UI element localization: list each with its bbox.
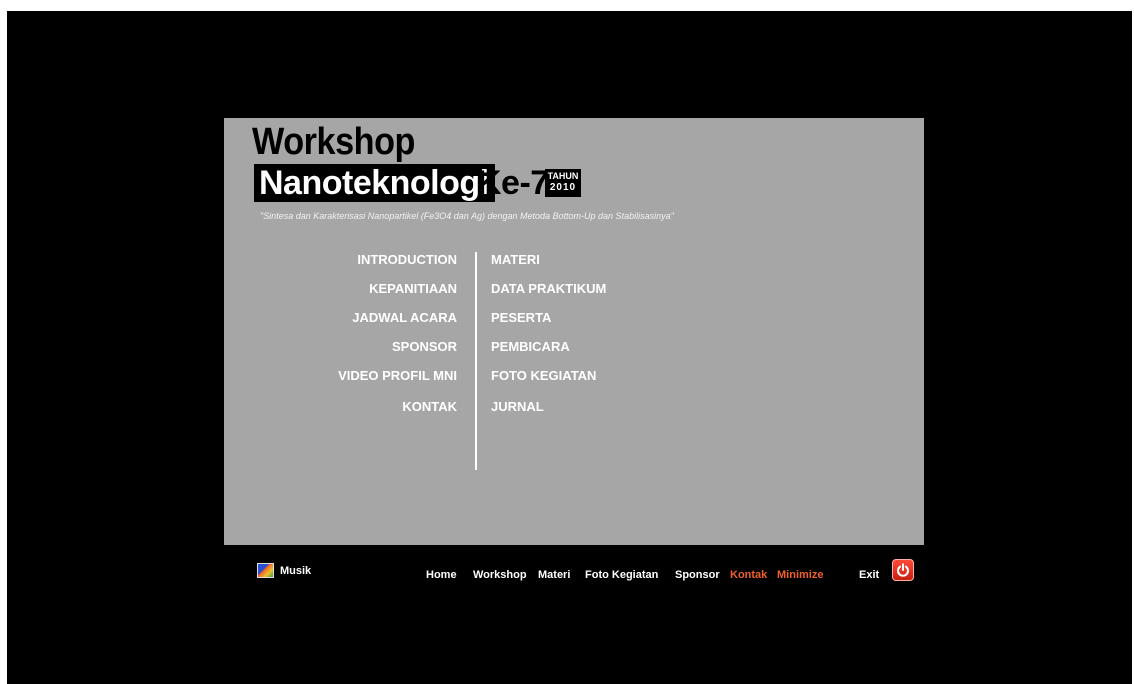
main-panel: Workshop Nanoteknologi Ke-7 TAHUN 2010 "… bbox=[224, 118, 924, 545]
music-label: Musik bbox=[280, 564, 312, 577]
app-stage: Workshop Nanoteknologi Ke-7 TAHUN 2010 "… bbox=[7, 11, 1132, 684]
menu-item-jurnal[interactable]: JURNAL bbox=[491, 399, 791, 415]
menu-left-column: INTRODUCTION KEPANITIAAN JADWAL ACARA SP… bbox=[254, 252, 457, 415]
year-badge-label: TAHUN bbox=[547, 171, 579, 181]
music-toggle[interactable]: Musik bbox=[257, 563, 311, 578]
year-badge-value: 2010 bbox=[549, 182, 577, 193]
menu-item-peserta[interactable]: PESERTA bbox=[491, 310, 791, 326]
nav-exit[interactable]: Exit bbox=[859, 569, 879, 581]
power-icon bbox=[897, 563, 909, 577]
workshop-subtitle: "Sintesa dan Karakterisasi Nanopartikel … bbox=[260, 211, 674, 221]
menu-item-pembicara[interactable]: PEMBICARA bbox=[491, 339, 791, 355]
title-edition: Ke-7 bbox=[477, 164, 549, 202]
menu-item-data-praktikum[interactable]: DATA PRAKTIKUM bbox=[491, 281, 791, 297]
nav-minimize[interactable]: Minimize bbox=[777, 569, 823, 581]
menu-right-column: MATERI DATA PRAKTIKUM PESERTA PEMBICARA … bbox=[491, 252, 791, 415]
menu-item-kontak[interactable]: KONTAK bbox=[254, 399, 457, 415]
menu-item-introduction[interactable]: INTRODUCTION bbox=[254, 252, 457, 268]
power-button[interactable] bbox=[892, 559, 914, 581]
title-nanoteknologi: Nanoteknologi bbox=[254, 164, 495, 202]
menu-item-kepanitiaan[interactable]: KEPANITIAAN bbox=[254, 281, 457, 297]
menu-item-sponsor[interactable]: SPONSOR bbox=[254, 339, 457, 355]
music-image-icon bbox=[257, 563, 274, 578]
nav-sponsor[interactable]: Sponsor bbox=[675, 569, 720, 581]
menu-divider bbox=[475, 252, 477, 470]
menu-item-foto-kegiatan[interactable]: FOTO KEGIATAN bbox=[491, 368, 791, 384]
nav-foto-kegiatan[interactable]: Foto Kegiatan bbox=[585, 569, 658, 581]
nav-kontak[interactable]: Kontak bbox=[730, 569, 767, 581]
title-workshop: Workshop bbox=[252, 121, 415, 163]
nav-materi[interactable]: Materi bbox=[538, 569, 570, 581]
menu-item-jadwal-acara[interactable]: JADWAL ACARA bbox=[254, 310, 457, 326]
menu-item-video-profil-mni[interactable]: VIDEO PROFIL MNI bbox=[254, 368, 457, 384]
nav-home[interactable]: Home bbox=[426, 569, 457, 581]
nav-workshop[interactable]: Workshop bbox=[473, 569, 527, 581]
year-badge: TAHUN 2010 bbox=[545, 169, 581, 197]
menu-item-materi[interactable]: MATERI bbox=[491, 252, 791, 268]
